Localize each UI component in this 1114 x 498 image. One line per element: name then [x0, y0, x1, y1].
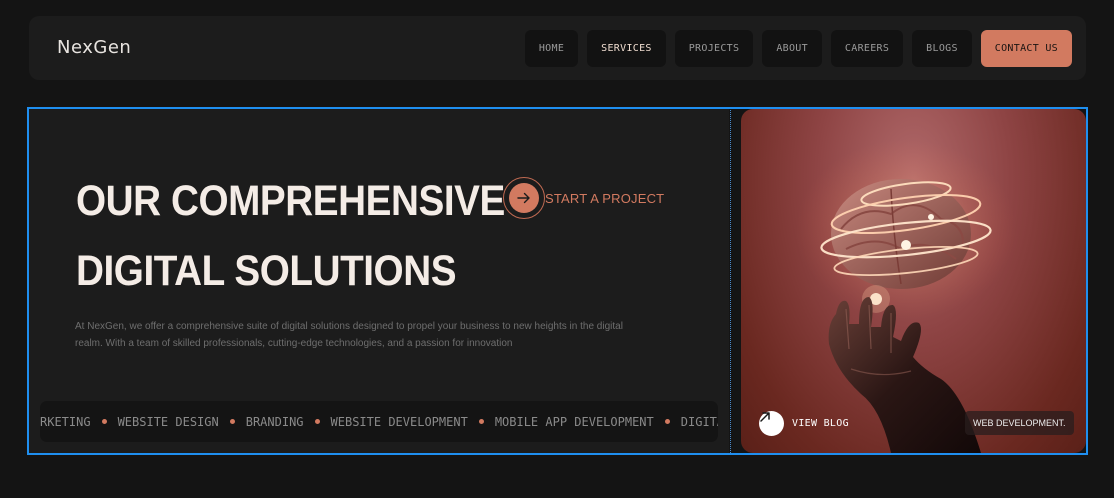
nav-menu: HOME SERVICES PROJECTS ABOUT CAREERS BLO… [524, 30, 1072, 67]
selection-divider [730, 110, 731, 453]
nav-about[interactable]: ABOUT [762, 30, 822, 67]
logo[interactable]: NexGen [57, 37, 131, 58]
nav-projects[interactable]: PROJECTS [674, 30, 754, 67]
nav-home[interactable]: HOME [524, 30, 579, 67]
nav-blogs[interactable]: BLOGS [912, 30, 972, 67]
selection-frame [27, 107, 1088, 455]
nav-services[interactable]: SERVICES [587, 30, 666, 67]
nav-careers[interactable]: CAREERS [830, 30, 904, 67]
navbar: NexGen HOME SERVICES PROJECTS ABOUT CARE… [29, 16, 1086, 80]
contact-us-button[interactable]: CONTACT US [980, 30, 1072, 67]
